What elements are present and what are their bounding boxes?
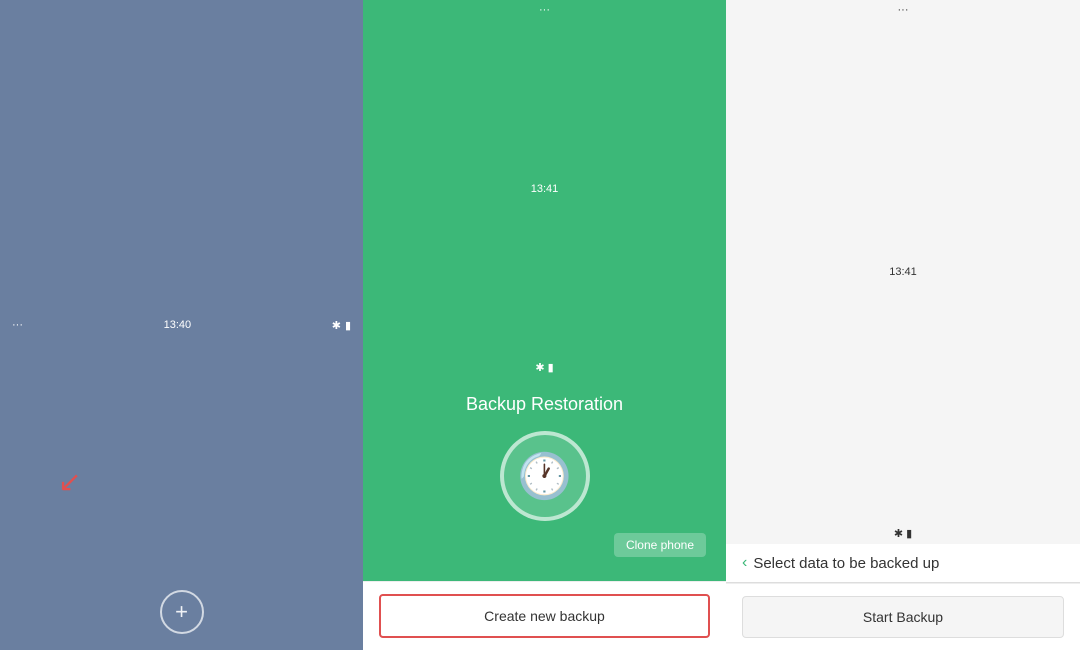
arrow-indicator: ↙ [58, 465, 81, 498]
backup-status-bar: ··· 13:41 ✱ ▮ [363, 0, 726, 378]
select-data-panel: ··· 13:41 ✱ ▮ ‹ Select data to be backed… [726, 0, 1080, 650]
backup-header: Backup Restoration 🕐 Clone phone [363, 378, 726, 581]
backup-time: 13:41 [531, 183, 559, 195]
select-status-icons: ✱ ▮ [894, 527, 912, 540]
backup-restoration-panel: ··· 13:41 ✱ ▮ Backup Restoration 🕐 Clone… [363, 0, 726, 650]
clock-restore-icon: 🕐 [517, 450, 572, 502]
select-header: ‹ Select data to be backed up [726, 544, 1080, 583]
select-time: 13:41 [889, 266, 917, 278]
backup-clock-circle: 🕐 [500, 431, 590, 521]
select-dots: ··· [898, 4, 909, 16]
backup-dots: ··· [539, 4, 550, 16]
add-button[interactable]: + [160, 590, 204, 634]
ios-tools-panel: ··· 13:40 ✱ ▮ Tools 👤 Contacts ✉ Email 🎙… [0, 0, 363, 650]
create-backup-button-wrap: Create new backup [363, 581, 726, 650]
start-backup-button-wrap: Start Backup [726, 583, 1080, 650]
create-new-backup-button[interactable]: Create new backup [379, 594, 710, 638]
status-right: ✱ ▮ [332, 319, 351, 332]
start-backup-button[interactable]: Start Backup [742, 596, 1064, 638]
select-status-bar: ··· 13:41 ✱ ▮ [726, 0, 1080, 544]
ios-dots: ··· [12, 319, 23, 331]
status-left: ··· [12, 319, 23, 331]
plus-icon: + [175, 599, 188, 625]
select-title-text: Select data to be backed up [753, 555, 939, 572]
ios-time: 13:40 [164, 319, 192, 331]
select-title: ‹ Select data to be backed up [742, 554, 1064, 572]
battery-icon: ▮ [345, 319, 351, 332]
backup-title: Backup Restoration [466, 394, 623, 415]
clone-phone-button[interactable]: Clone phone [614, 533, 706, 557]
ios-status-bar: ··· 13:40 ✱ ▮ [0, 0, 363, 650]
backup-status-icons: ✱ ▮ [535, 361, 553, 374]
back-arrow-icon[interactable]: ‹ [742, 554, 747, 572]
bluetooth-icon: ✱ [332, 319, 341, 332]
